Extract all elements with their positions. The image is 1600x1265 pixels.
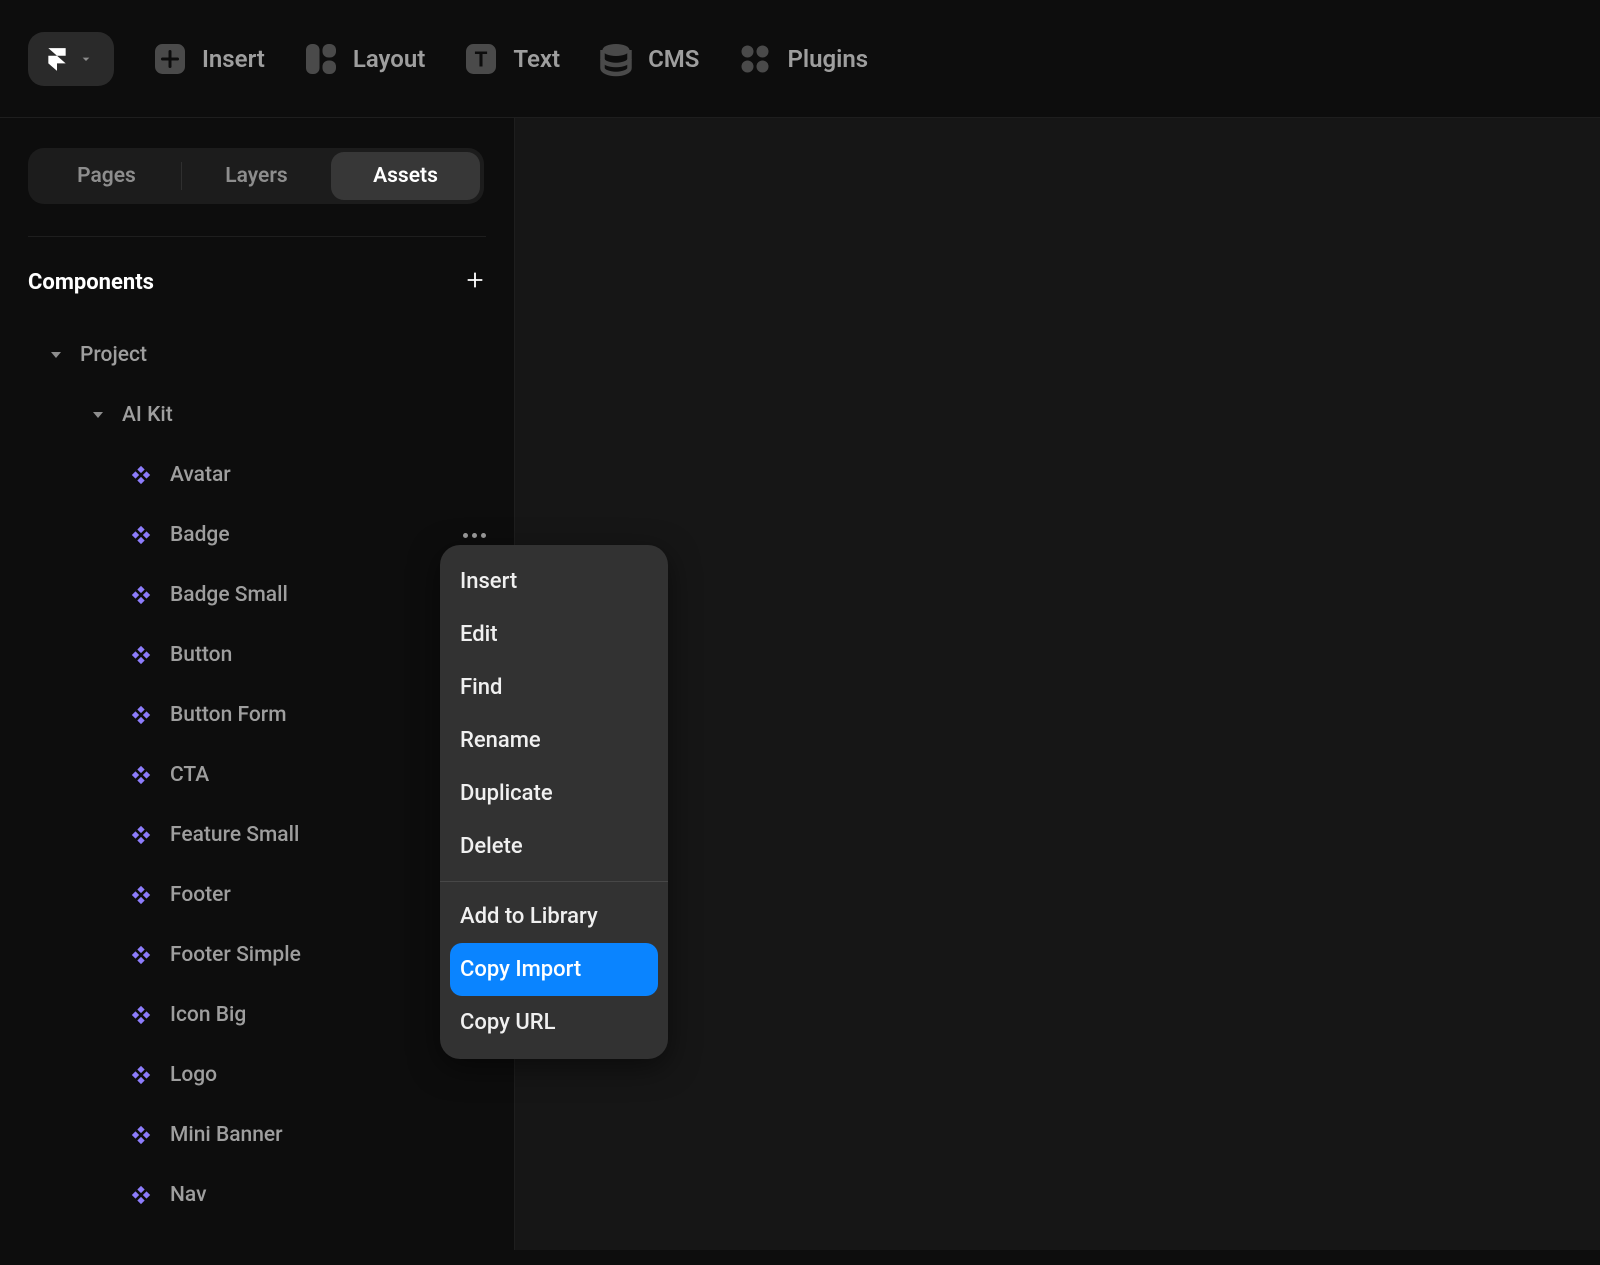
- ctx-item-duplicate[interactable]: Duplicate: [450, 767, 658, 820]
- component-icon: [130, 704, 152, 726]
- component-icon: [130, 764, 152, 786]
- component-name: Avatar: [170, 463, 231, 487]
- tab-layers[interactable]: Layers: [182, 152, 331, 200]
- caret-down-icon: [50, 349, 62, 361]
- top-toolbar: Insert Layout T Text CMS Plugins: [0, 0, 1600, 118]
- component-name: Mini Banner: [170, 1123, 283, 1147]
- ctx-item-copy-import[interactable]: Copy Import: [450, 943, 658, 996]
- component-name: Icon Big: [170, 1003, 246, 1027]
- component-name: Footer: [170, 883, 231, 907]
- component-name: Nav: [170, 1183, 206, 1207]
- chevron-down-icon: [78, 51, 94, 67]
- panel-tabs: Pages Layers Assets: [28, 148, 484, 204]
- component-name: Feature Small: [170, 823, 299, 847]
- component-name: Footer Simple: [170, 943, 301, 967]
- toolbar-item-text[interactable]: T Text: [463, 41, 560, 77]
- component-item[interactable]: Badge: [0, 505, 514, 565]
- plus-square-icon: [152, 41, 188, 77]
- text-icon: T: [463, 41, 499, 77]
- component-icon: [130, 524, 152, 546]
- component-icon: [130, 1004, 152, 1026]
- component-tree: Project AI Kit Avatar Badge Badge Small: [0, 295, 514, 1265]
- toolbar-label: Layout: [353, 45, 425, 73]
- component-icon: [130, 1184, 152, 1206]
- toolbar-label: Plugins: [787, 45, 868, 73]
- component-item[interactable]: Icon Big: [0, 985, 514, 1045]
- component-item[interactable]: Mini Banner: [0, 1105, 514, 1165]
- more-options-button[interactable]: [463, 533, 486, 538]
- component-icon: [130, 584, 152, 606]
- toolbar-label: Insert: [202, 45, 265, 73]
- component-name: Logo: [170, 1063, 217, 1087]
- toolbar-item-insert[interactable]: Insert: [152, 41, 265, 77]
- toolbar-label: CMS: [648, 45, 699, 73]
- add-component-button[interactable]: [464, 269, 486, 295]
- component-item[interactable]: Footer: [0, 865, 514, 925]
- app-menu-button[interactable]: [28, 32, 114, 86]
- component-name: Button Form: [170, 703, 287, 727]
- component-item[interactable]: Footer Simple: [0, 925, 514, 985]
- tab-pages[interactable]: Pages: [32, 152, 181, 200]
- caret-down-icon: [92, 409, 104, 421]
- component-icon: [130, 1064, 152, 1086]
- component-item[interactable]: CTA: [0, 745, 514, 805]
- component-item[interactable]: Button Form: [0, 685, 514, 745]
- left-panel: Pages Layers Assets Components Project A…: [0, 118, 515, 1250]
- component-name: Button: [170, 643, 232, 667]
- ctx-item-copy-url[interactable]: Copy URL: [450, 996, 658, 1049]
- ctx-item-delete[interactable]: Delete: [450, 820, 658, 873]
- component-item[interactable]: Feature Small: [0, 805, 514, 865]
- section-title: Components: [28, 270, 154, 295]
- component-item[interactable]: Nav: [0, 1165, 514, 1225]
- main-area: Pages Layers Assets Components Project A…: [0, 118, 1600, 1250]
- svg-text:T: T: [475, 48, 488, 72]
- component-icon: [130, 884, 152, 906]
- ctx-item-edit[interactable]: Edit: [450, 608, 658, 661]
- component-name: CTA: [170, 763, 209, 787]
- component-name: Badge: [170, 523, 230, 547]
- layout-icon: [303, 41, 339, 77]
- component-item[interactable]: Logo: [0, 1045, 514, 1105]
- component-item[interactable]: Button: [0, 625, 514, 685]
- tree-label: Project: [80, 343, 147, 367]
- component-item[interactable]: Badge Small: [0, 565, 514, 625]
- database-icon: [598, 41, 634, 77]
- plugins-icon: [737, 41, 773, 77]
- component-icon: [130, 944, 152, 966]
- component-name: Badge Small: [170, 583, 288, 607]
- toolbar-item-cms[interactable]: CMS: [598, 41, 699, 77]
- tab-assets[interactable]: Assets: [331, 152, 480, 200]
- toolbar-item-layout[interactable]: Layout: [303, 41, 425, 77]
- ctx-item-insert[interactable]: Insert: [450, 555, 658, 608]
- component-icon: [130, 644, 152, 666]
- component-icon: [130, 824, 152, 846]
- components-section-header: Components: [0, 237, 514, 295]
- component-icon: [130, 1124, 152, 1146]
- tree-folder-ai-kit[interactable]: AI Kit: [0, 385, 514, 445]
- tree-label: AI Kit: [122, 403, 173, 427]
- menu-separator: [440, 881, 668, 882]
- ctx-item-find[interactable]: Find: [450, 661, 658, 714]
- ctx-item-rename[interactable]: Rename: [450, 714, 658, 767]
- context-menu: Insert Edit Find Rename Duplicate Delete…: [440, 545, 668, 1059]
- framer-logo-icon: [44, 46, 70, 72]
- canvas[interactable]: [515, 118, 1600, 1250]
- tree-folder-project[interactable]: Project: [0, 325, 514, 385]
- ctx-item-add-to-library[interactable]: Add to Library: [450, 890, 658, 943]
- component-icon: [130, 464, 152, 486]
- toolbar-label: Text: [513, 45, 560, 73]
- component-item[interactable]: Avatar: [0, 445, 514, 505]
- toolbar-item-plugins[interactable]: Plugins: [737, 41, 868, 77]
